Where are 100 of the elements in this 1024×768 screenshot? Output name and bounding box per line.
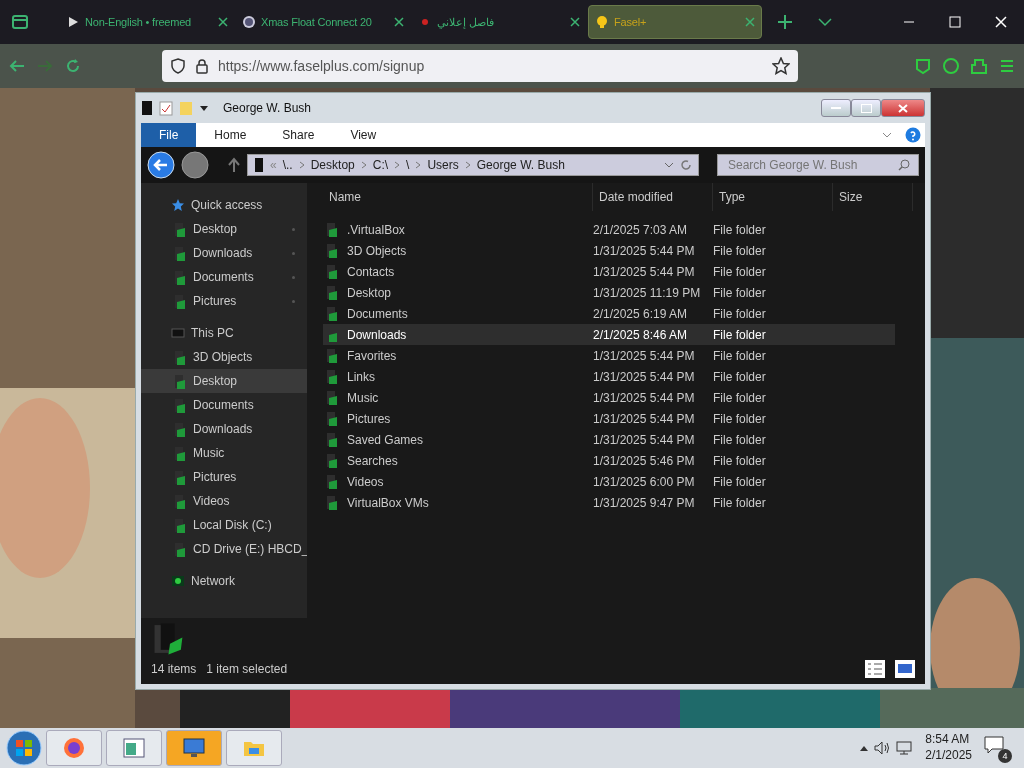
- clock-date[interactable]: 2/1/2025: [925, 748, 972, 764]
- maximize-icon: [860, 103, 872, 113]
- back-icon[interactable]: [147, 151, 175, 179]
- properties-icon[interactable]: [159, 100, 173, 116]
- file-row[interactable]: Searches 1/31/2025 5:46 PM File folder: [323, 450, 895, 471]
- dropdown-icon[interactable]: [199, 103, 209, 113]
- nav-item[interactable]: Videos: [141, 489, 307, 513]
- network-icon: [171, 574, 185, 588]
- folder-icon: [325, 411, 339, 426]
- file-row[interactable]: Pictures 1/31/2025 5:44 PM File folder: [323, 408, 895, 429]
- column-header[interactable]: Size: [833, 183, 913, 211]
- help-icon[interactable]: [905, 127, 921, 143]
- file-row[interactable]: Desktop 1/31/2025 11:19 PM File folder: [323, 282, 895, 303]
- star-icon[interactable]: [772, 57, 790, 75]
- tab-list-icon[interactable]: [10, 12, 30, 32]
- up-arrow-icon[interactable]: [227, 157, 241, 173]
- nav-item[interactable]: This PC: [141, 321, 307, 345]
- close-icon[interactable]: [394, 17, 404, 27]
- file-row[interactable]: 3D Objects 1/31/2025 5:44 PM File folder: [323, 240, 895, 261]
- nav-item[interactable]: Documents: [141, 393, 307, 417]
- taskbar-button[interactable]: [166, 730, 222, 766]
- network-icon[interactable]: [895, 740, 914, 756]
- column-header[interactable]: Date modified: [593, 183, 713, 211]
- nav-item[interactable]: Quick access: [141, 193, 307, 217]
- nav-item[interactable]: Pictures: [141, 289, 307, 313]
- breadcrumb-item[interactable]: \..: [282, 156, 293, 174]
- address-bar[interactable]: https://www.faselplus.com/signup: [162, 50, 798, 82]
- date-cell-text: 1/31/2025 5:44 PM: [593, 431, 696, 449]
- file-row[interactable]: Music 1/31/2025 5:44 PM File folder: [323, 387, 895, 408]
- nav-item[interactable]: Desktop: [141, 217, 307, 241]
- maximize-button[interactable]: [851, 99, 881, 117]
- file-row[interactable]: Favorites 1/31/2025 5:44 PM File folder: [323, 345, 895, 366]
- browser-tab[interactable]: فاصل إعلاني: [412, 5, 586, 39]
- breadcrumb-item[interactable]: C:\: [372, 156, 389, 174]
- account-icon[interactable]: [942, 57, 960, 75]
- nav-item[interactable]: Documents: [141, 265, 307, 289]
- close-button[interactable]: [881, 99, 925, 117]
- date-cell-text: 1/31/2025 5:46 PM: [593, 452, 696, 470]
- show-hidden-icons-icon[interactable]: [859, 744, 870, 752]
- nav-item[interactable]: Network: [141, 569, 307, 593]
- nav-item[interactable]: Downloads: [141, 417, 307, 441]
- nav-item[interactable]: Downloads: [141, 241, 307, 265]
- file-row[interactable]: Videos 1/31/2025 6:00 PM File folder: [323, 471, 895, 492]
- folder-icon: [325, 474, 339, 489]
- pocket-icon[interactable]: [914, 57, 932, 75]
- file-row[interactable]: Downloads 2/1/2025 8:46 AM File folder: [323, 324, 895, 345]
- file-row[interactable]: Saved Games 1/31/2025 5:44 PM File folder: [323, 429, 895, 450]
- address-field[interactable]: « \.. Desktop C:\ \ Users George W. Bush: [247, 154, 699, 176]
- maximize-icon[interactable]: [948, 15, 962, 29]
- clock-time[interactable]: 8:54 AM: [925, 732, 972, 748]
- nav-item[interactable]: 3D Objects: [141, 345, 307, 369]
- minimize-button[interactable]: [821, 99, 851, 117]
- reload-icon[interactable]: [64, 57, 82, 75]
- file-row[interactable]: Documents 2/1/2025 6:19 AM File folder: [323, 303, 895, 324]
- nav-item[interactable]: Pictures: [141, 465, 307, 489]
- ribbon-tab[interactable]: Share: [264, 123, 333, 147]
- extensions-icon[interactable]: [970, 57, 988, 75]
- ribbon-tab[interactable]: Home: [196, 123, 265, 147]
- file-row[interactable]: VirtualBox VMs 1/31/2025 9:47 PM File folder: [323, 492, 895, 513]
- details-view-icon[interactable]: [865, 660, 885, 678]
- folder-icon: [173, 397, 187, 413]
- nav-item[interactable]: Desktop: [141, 369, 307, 393]
- file-row[interactable]: Links 1/31/2025 5:44 PM File folder: [323, 366, 895, 387]
- notification-count: 4: [998, 749, 1012, 763]
- volume-icon[interactable]: [873, 740, 892, 756]
- monitor-icon: [182, 736, 206, 760]
- file-row[interactable]: Contacts 1/31/2025 5:44 PM File folder: [323, 261, 895, 282]
- new-tab-icon[interactable]: [778, 15, 792, 29]
- nav-item[interactable]: CD Drive (E:) HBCD_: [141, 537, 307, 561]
- column-header[interactable]: Type: [713, 183, 833, 211]
- file-row[interactable]: .VirtualBox 2/1/2025 7:03 AM File folder: [323, 219, 895, 240]
- shield-icon[interactable]: [170, 58, 186, 74]
- menu-icon[interactable]: [998, 57, 1016, 75]
- forward-icon[interactable]: [181, 151, 209, 179]
- notification-button[interactable]: 4: [984, 735, 1010, 761]
- refresh-icon[interactable]: [680, 159, 692, 171]
- start-button[interactable]: [6, 730, 42, 766]
- nav-item[interactable]: Local Disk (C:): [141, 513, 307, 537]
- breadcrumb-item[interactable]: George W. Bush: [476, 156, 565, 174]
- ribbon-tab[interactable]: View: [332, 123, 395, 147]
- close-icon[interactable]: [218, 17, 228, 27]
- date-cell-text: 2/1/2025 6:19 AM: [593, 305, 689, 323]
- taskbar-button[interactable]: [46, 730, 102, 766]
- large-icons-view-icon[interactable]: [895, 660, 915, 678]
- nav-item[interactable]: Music: [141, 441, 307, 465]
- breadcrumb-item[interactable]: Users: [427, 156, 459, 174]
- browser-tab[interactable]: Non-English • freemed: [60, 5, 234, 39]
- ribbon-tab[interactable]: File: [141, 123, 197, 147]
- search-field[interactable]: Search George W. Bush: [717, 154, 919, 176]
- browser-icon: [62, 736, 86, 760]
- close-icon[interactable]: [570, 17, 580, 27]
- drive-icon[interactable]: [141, 100, 153, 116]
- folder-icon: [173, 221, 187, 237]
- browser-tab[interactable]: Xmas Float Connect 20: [236, 5, 410, 39]
- column-header[interactable]: Name: [323, 183, 593, 211]
- tab-list-dropdown-icon[interactable]: [818, 17, 832, 27]
- taskbar-button[interactable]: [226, 730, 282, 766]
- taskbar-button[interactable]: [106, 730, 162, 766]
- breadcrumb-item[interactable]: Desktop: [310, 156, 355, 174]
- type-cell-text: File folder: [713, 263, 766, 281]
